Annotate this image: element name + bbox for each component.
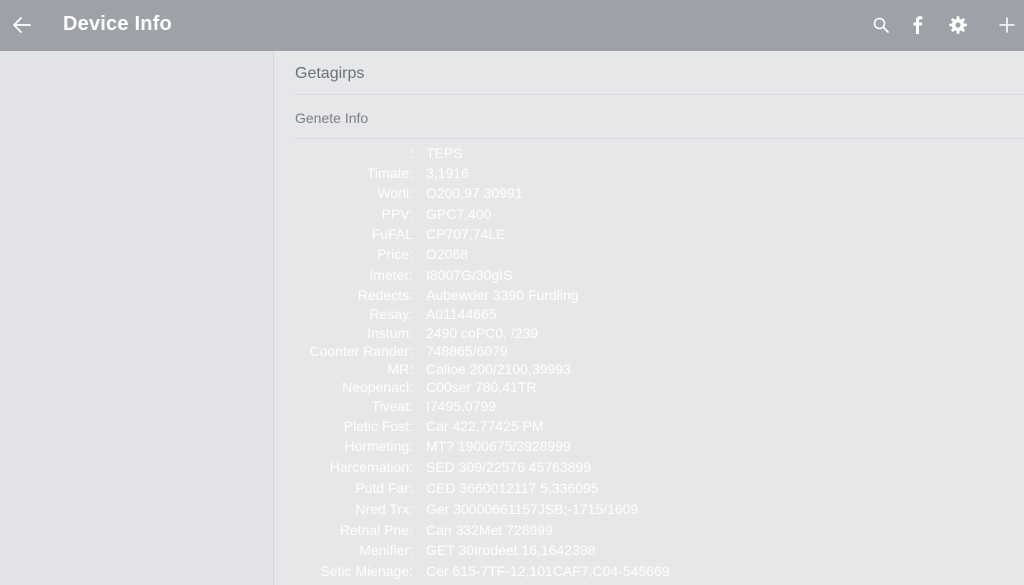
info-value: 748865/6079 [426, 343, 508, 359]
info-row: Harcemation: SED 309/22576 45763899 [274, 459, 1024, 479]
info-label: Putd Far: [355, 480, 413, 496]
info-value: SED 309/22576 45763899 [426, 459, 592, 475]
info-value: I8007G/30gIS [426, 267, 513, 283]
info-label: PPV: [381, 206, 413, 222]
info-row: MR: Calioe 200/2100,39993 [274, 361, 1024, 381]
info-label: Menifier: [359, 542, 413, 558]
info-label: Timate: [366, 165, 413, 181]
info-label: Imeter: [369, 267, 413, 283]
info-row: Retnal Pne: Can 332Met 728999 [274, 522, 1024, 542]
page-title: Device Info [63, 13, 172, 35]
info-label: Instum: [367, 325, 413, 341]
info-row: Neopenacl: C00ser 780,41TR [274, 379, 1024, 399]
info-label: Price: [377, 246, 413, 262]
arrow-left-icon[interactable] [10, 13, 34, 37]
info-value: Ger 30000661157JSB;-1715/1609 [426, 501, 639, 517]
info-row: Imeter: I8007G/30gIS [274, 267, 1024, 287]
info-value: C00ser 780,41TR [426, 379, 537, 395]
info-label: Hormeting: [344, 438, 413, 454]
search-icon[interactable] [870, 14, 892, 36]
info-value: 3,1916 [426, 165, 469, 181]
info-row: Coonter Rander: 748865/6079 [274, 343, 1024, 363]
info-label: : [409, 145, 413, 161]
info-label: Redects: [357, 287, 413, 303]
info-value: Can 332Met 728999 [426, 522, 553, 538]
info-value: A01144665 [426, 306, 497, 322]
info-value: Car 422,77425 PM [426, 418, 544, 434]
left-pane [0, 51, 274, 585]
info-row: FuFAL CP707,74LE [274, 226, 1024, 246]
app-bar: Device Info [0, 0, 1024, 51]
info-value: CP707,74LE [426, 226, 506, 242]
section-divider [295, 94, 1024, 95]
info-row: Instum: 2490 coPC0, /239 [274, 325, 1024, 345]
info-row: : TEPS [274, 145, 1024, 165]
info-label: Worli: [377, 185, 413, 201]
info-label: FuFAL [371, 226, 413, 242]
info-row: Resay: A01144665 [274, 306, 1024, 326]
info-label: Resay: [369, 306, 413, 322]
info-label: Pletic Fost: [343, 418, 413, 434]
info-value: CED 3660012117 5,336095 [426, 480, 599, 496]
gear-icon[interactable] [947, 14, 969, 36]
info-row: Price: O2068 [274, 246, 1024, 266]
info-row: Pletic Fost: Car 422,77425 PM [274, 418, 1024, 438]
info-value: I7495,0799 [426, 398, 497, 414]
info-row: PPV: GPC7,400 [274, 206, 1024, 226]
info-value: O2068 [426, 246, 469, 262]
info-row: Putd Far: CED 3660012117 5,336095 [274, 480, 1024, 500]
info-label: Setic Mienage: [320, 563, 413, 579]
info-row: Worli: O200,97 30991 [274, 185, 1024, 205]
info-value: GPC7,400 [426, 206, 492, 222]
info-value: Calioe 200/2100,39993 [426, 361, 571, 377]
info-value: Aubewder 3390 Furdling [426, 287, 579, 303]
info-row: Tiveat: I7495,0799 [274, 398, 1024, 418]
info-value: 2490 coPC0, /239 [426, 325, 539, 341]
info-label: Retnal Pne: [339, 522, 413, 538]
info-row: Menifier: GET 30Irodeet 16,1642398 [274, 542, 1024, 562]
section-subtitle: Genete Info [295, 110, 369, 126]
info-label: Neopenacl: [342, 379, 413, 395]
info-label: Tiveat: [371, 398, 414, 414]
info-value: Cer 615-7TF-12,101CAF7,C04-545669 [426, 563, 670, 579]
info-label: Nred Trx: [355, 501, 413, 517]
section-title: Getagirps [295, 65, 365, 82]
info-row: Hormeting: MT? 1900675/3928999 [274, 438, 1024, 458]
info-value: O200,97 30991 [426, 185, 523, 201]
info-row: Timate: 3,1916 [274, 165, 1024, 185]
info-value: TEPS [426, 145, 463, 161]
info-label: MR: [387, 361, 413, 377]
info-row: Setic Mienage: Cer 615-7TF-12,101CAF7,C04… [274, 563, 1024, 583]
device-info-panel: Getagirps Genete Info : TEPS Timate: 3,191… [274, 51, 1024, 585]
info-label: Harcemation: [329, 459, 413, 475]
info-value: MT? 1900675/3928999 [426, 438, 571, 454]
info-label: Coonter Rander: [309, 343, 413, 359]
plus-icon[interactable] [996, 14, 1018, 36]
facebook-icon[interactable] [907, 14, 929, 36]
info-row: Nred Trx: Ger 30000661157JSB;-1715/1609 [274, 501, 1024, 521]
info-row: Redects: Aubewder 3390 Furdling [274, 287, 1024, 307]
info-value: GET 30Irodeet 16,1642398 [426, 542, 596, 558]
subtitle-divider [295, 138, 1024, 139]
